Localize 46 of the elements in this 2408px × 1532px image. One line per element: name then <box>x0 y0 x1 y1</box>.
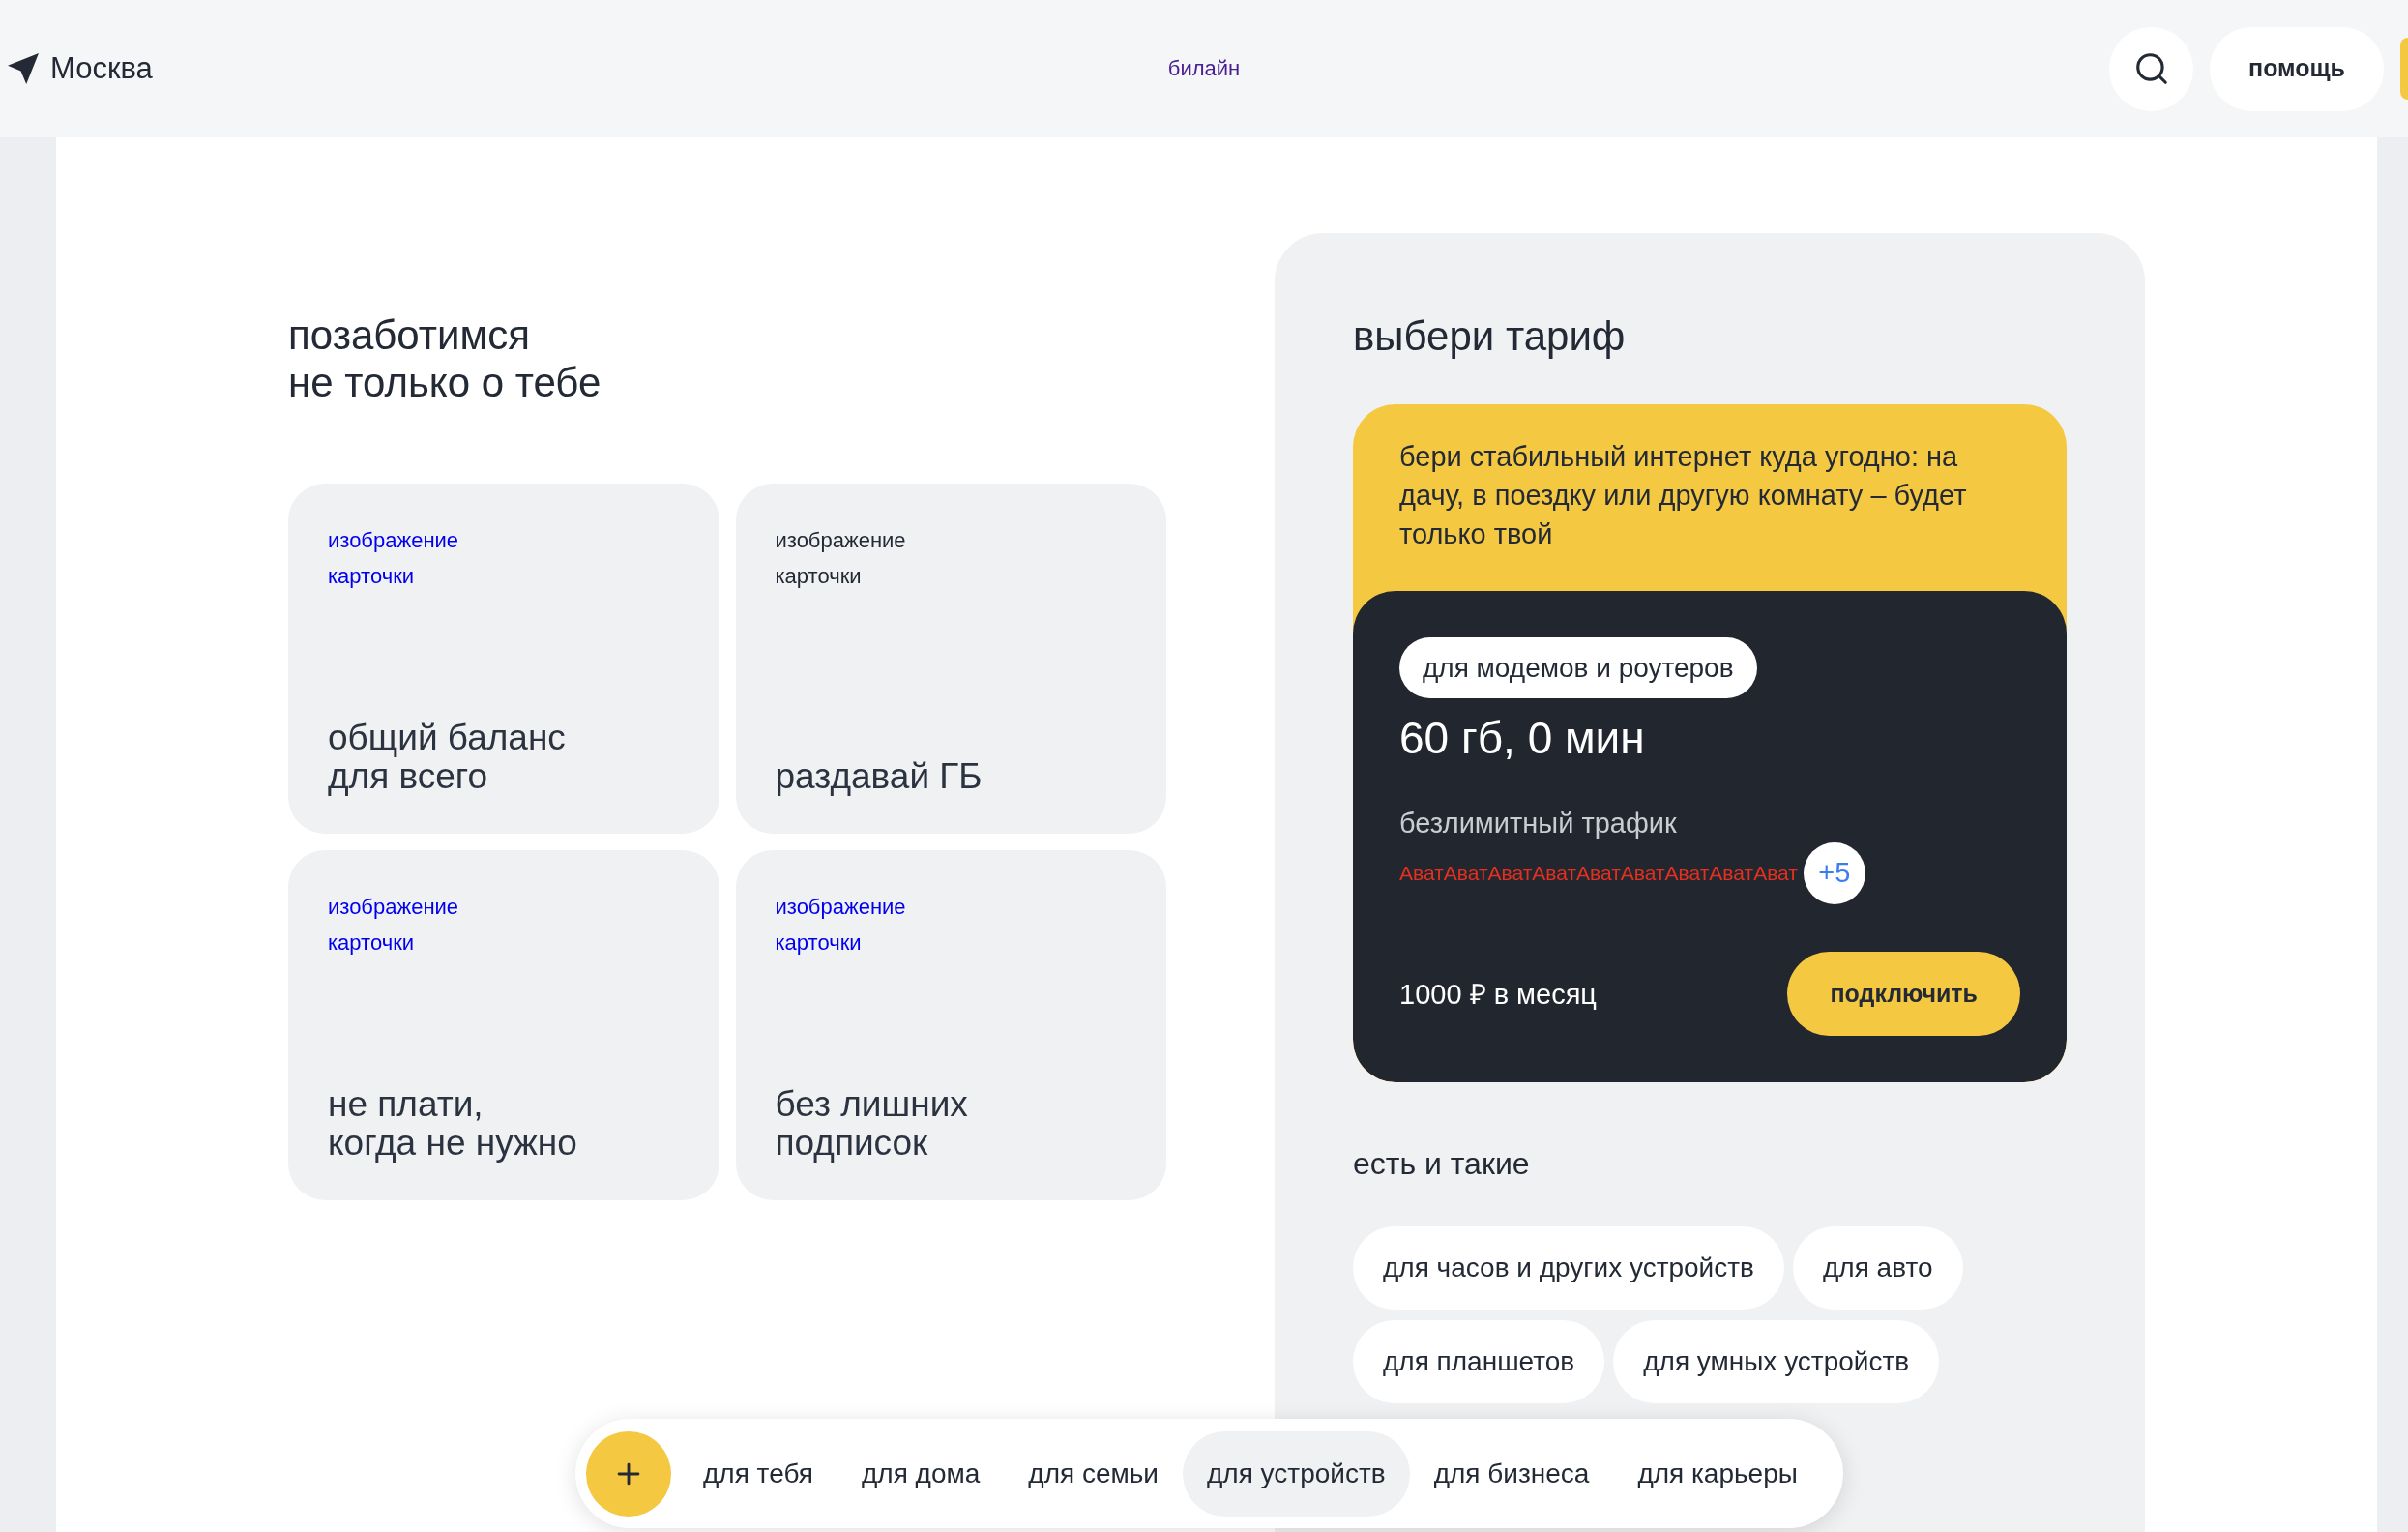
panel-title: выбери тариф <box>1353 312 1626 360</box>
card-title: не плати, когда не нужно <box>328 1085 577 1163</box>
section-title: позаботимся не только о тебе <box>288 311 602 406</box>
avatar-alt-text: Ават <box>1576 861 1621 886</box>
feature-card[interactable]: изображение карточки без лишних подписок <box>735 850 1166 1200</box>
connect-button[interactable]: подключить <box>1787 952 2020 1036</box>
card-title: раздавай ГБ <box>775 757 983 796</box>
nav-tab[interactable]: для тебя <box>679 1430 837 1517</box>
avatar-alt-text: Ават <box>1620 861 1665 886</box>
option-chip[interactable]: для часов и других устройств <box>1353 1226 1784 1310</box>
nav-tab[interactable]: для дома <box>837 1430 1005 1517</box>
help-button[interactable]: помощь <box>2210 26 2384 111</box>
nav-tab[interactable]: для семьи <box>1004 1430 1183 1517</box>
tariff-volume: 60 гб, 0 мин <box>1399 713 1645 763</box>
card-image-alt-text: изображение карточки <box>328 894 460 957</box>
more-title: есть и такие <box>1353 1145 1530 1183</box>
feature-card[interactable]: изображение карточки общий баланс для всего <box>288 484 719 834</box>
nav-tab[interactable]: для устройств <box>1183 1430 1410 1517</box>
avatar-alt-text: Ават <box>1709 861 1754 886</box>
avatar-alt-text: Ават <box>1399 861 1444 886</box>
card-title: без лишних подписок <box>775 1085 968 1163</box>
city-selector[interactable]: Москва <box>50 51 153 86</box>
location-arrow-icon <box>8 53 39 84</box>
avatar-alt-text: Ават <box>1753 861 1798 886</box>
card-image-alt-text: изображение карточки <box>328 527 460 590</box>
tariff-tag: для модемов и роутеров <box>1399 637 1757 698</box>
card-image-alt-text: изображение карточки <box>775 894 907 957</box>
nav-tab[interactable]: для карьеры <box>1613 1430 1822 1517</box>
more-avatars-badge: +5 <box>1803 842 1865 904</box>
avatar-alt-text: Ават <box>1443 861 1488 886</box>
tariff-price: 1000 ₽ в месяц <box>1399 977 1597 1012</box>
tariff-description: бери стабильный интернет куда угодно: на дачу, в поездку или другую комнату – будет только твой <box>1399 440 1968 551</box>
nav-tab[interactable]: для бизнеса <box>1409 1430 1614 1517</box>
avatar-alt-text: Ават <box>1532 861 1577 886</box>
option-chip[interactable]: для умных устройств <box>1613 1320 1940 1403</box>
option-chip[interactable]: для планшетов <box>1353 1320 1605 1403</box>
card-image-alt-text: изображение карточки <box>775 527 907 590</box>
avatar-alt-text: Ават <box>1487 861 1533 886</box>
tariff-feature: безлимитный трафик <box>1399 807 1677 840</box>
option-chip[interactable]: для авто <box>1792 1226 1963 1310</box>
card-title: общий баланс для всего <box>328 719 566 796</box>
feature-card[interactable]: изображение карточки не плати, когда не нужно <box>288 850 719 1200</box>
brand-link[interactable]: билайн <box>1167 55 1241 82</box>
avatar-alt-text: Ават <box>1664 861 1710 886</box>
feature-card[interactable]: изображение карточки раздавай ГБ <box>735 484 1166 834</box>
avatar-icon[interactable] <box>2400 38 2408 100</box>
